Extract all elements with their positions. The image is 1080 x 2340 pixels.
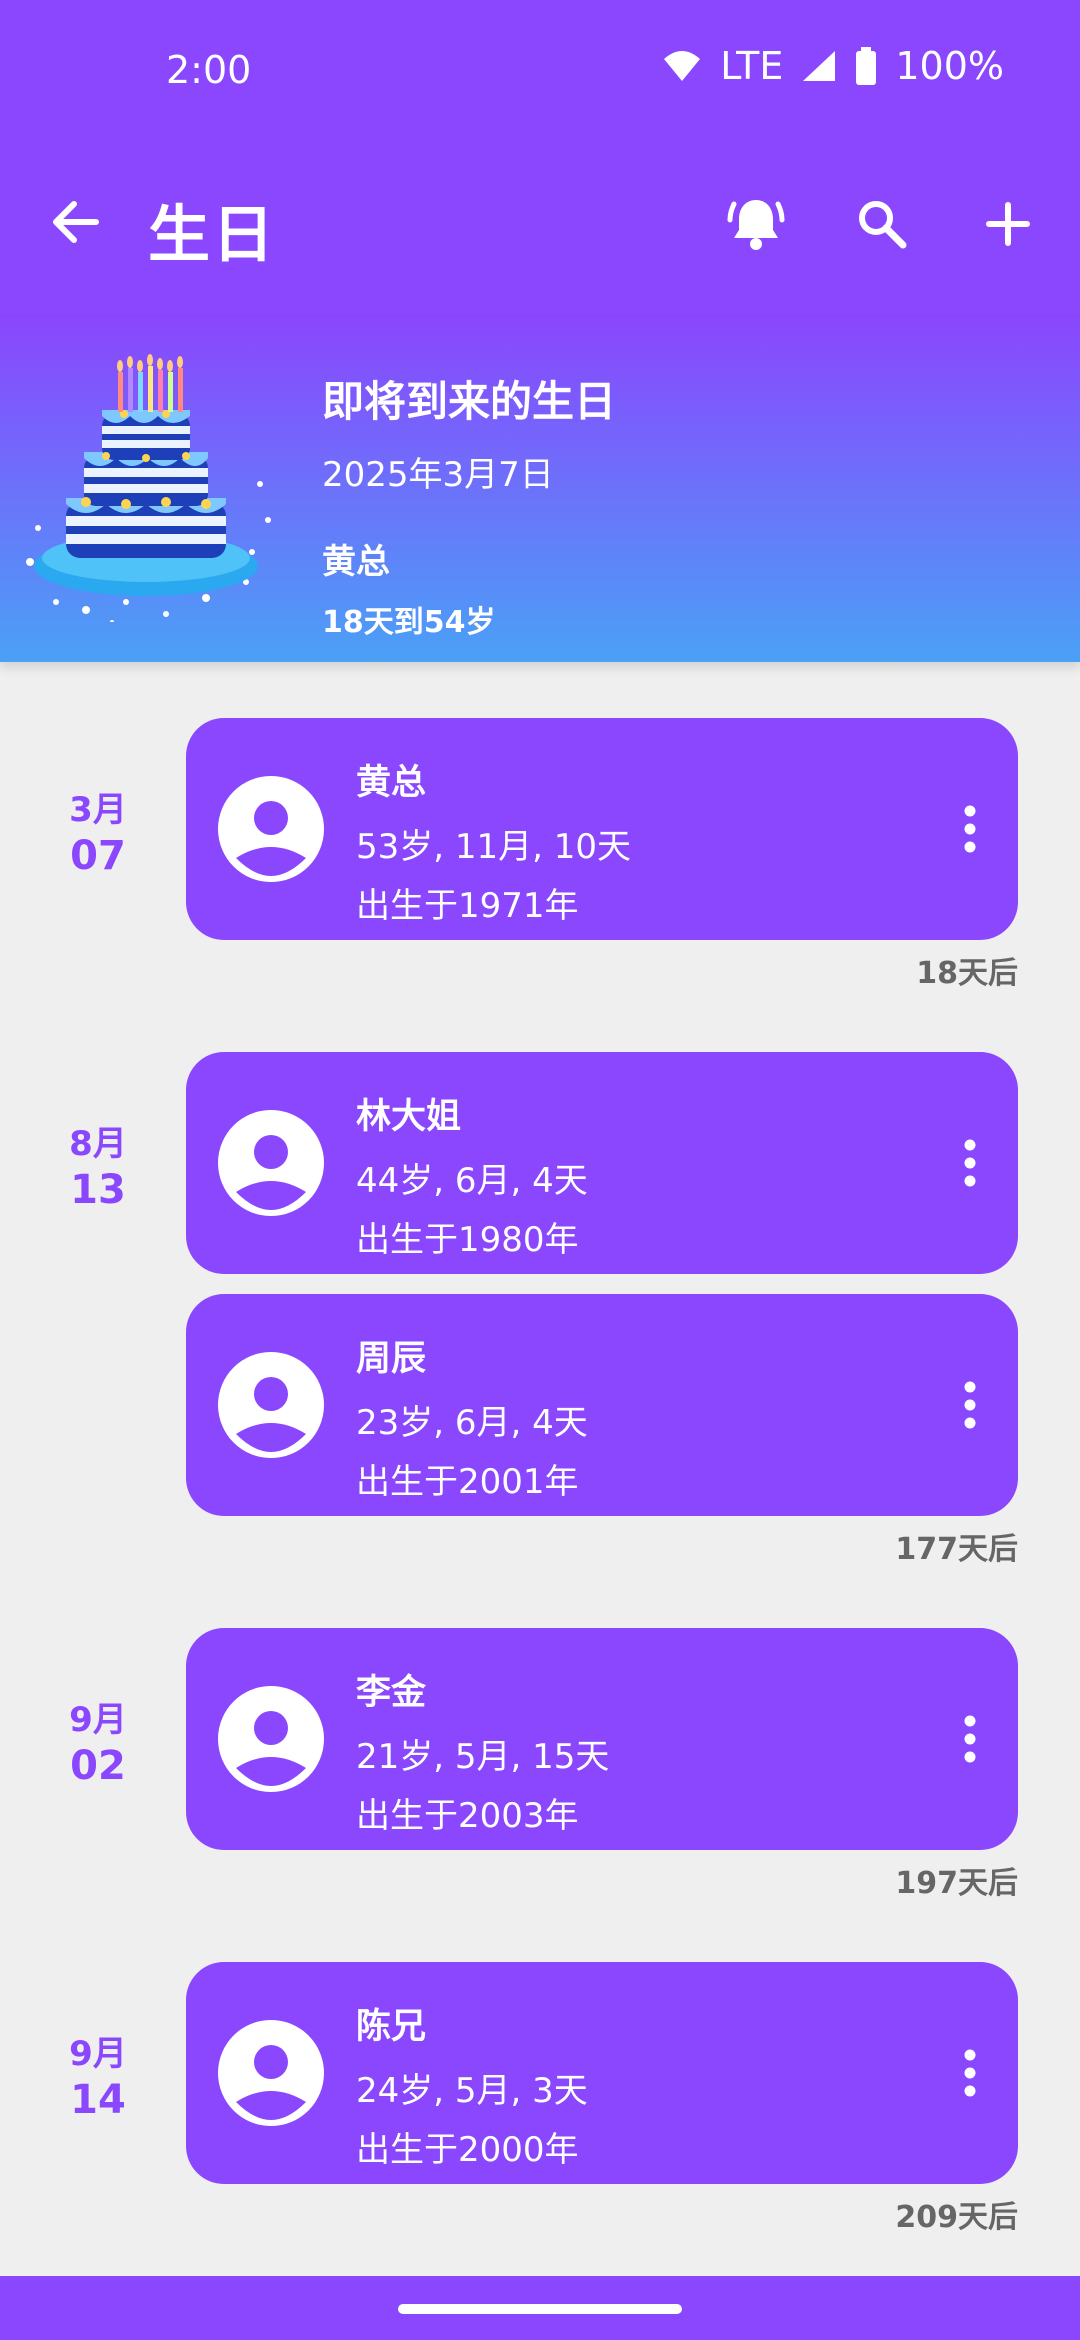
upcoming-birthday-banner[interactable]: 即将到来的生日 2025年3月7日 黄总 18天到54岁 — [0, 318, 1080, 662]
banner-name: 黄总 — [322, 542, 390, 582]
group-date: 3月 07 — [38, 782, 158, 879]
person-avatar-icon — [218, 776, 324, 882]
signal-icon — [801, 49, 837, 83]
banner-date: 2025年3月7日 — [322, 455, 554, 495]
person-card[interactable]: 黄总 53岁, 11月, 10天 出生于1971年 — [186, 718, 1018, 940]
days-until-label: 177天后 — [895, 1532, 1018, 1567]
person-card[interactable]: 林大姐 44岁, 6月, 4天 出生于1980年 — [186, 1052, 1018, 1274]
alarm-bell-icon[interactable] — [718, 186, 794, 262]
person-avatar-icon — [218, 1352, 324, 1458]
person-avatar-icon — [218, 2020, 324, 2126]
group-day: 07 — [70, 833, 126, 879]
more-options-icon[interactable] — [946, 1704, 994, 1774]
person-info: 黄总 53岁, 11月, 10天 出生于1971年 — [356, 754, 631, 927]
gesture-nav-bar — [0, 2276, 1080, 2340]
add-icon[interactable] — [970, 186, 1046, 262]
network-type: LTE — [720, 44, 784, 88]
person-age: 53岁, 11月, 10天 — [356, 827, 632, 867]
more-options-icon[interactable] — [946, 2038, 994, 2108]
person-age: 21岁, 5月, 15天 — [356, 1737, 610, 1777]
person-name: 黄总 — [356, 763, 427, 803]
group-month: 9月 — [69, 1700, 127, 1740]
person-card[interactable]: 周辰 23岁, 6月, 4天 出生于2001年 — [186, 1294, 1018, 1516]
status-right: LTE 100% — [662, 44, 1004, 88]
upcoming-birthday-info: 即将到来的生日 2025年3月7日 黄总 18天到54岁 — [322, 368, 616, 641]
person-card[interactable]: 陈兄 24岁, 5月, 3天 出生于2000年 — [186, 1962, 1018, 2184]
person-name: 林大姐 — [356, 1097, 462, 1137]
group-date: 9月 14 — [38, 2026, 158, 2123]
app-bar: 生日 — [0, 160, 1080, 300]
person-info: 陈兄 24岁, 5月, 3天 出生于2000年 — [356, 1998, 588, 2171]
group-day: 14 — [70, 2077, 126, 2123]
group-month: 9月 — [69, 2034, 127, 2074]
more-options-icon[interactable] — [946, 1128, 994, 1198]
status-bar: 2:00 LTE 100% — [0, 0, 1080, 140]
more-options-icon[interactable] — [946, 1370, 994, 1440]
days-until-label: 197天后 — [895, 1866, 1018, 1901]
top-bar: 2:00 LTE 100% 生日 — [0, 0, 1080, 318]
status-time: 2:00 — [166, 48, 252, 92]
person-avatar-icon — [218, 1686, 324, 1792]
page-title: 生日 — [148, 198, 277, 271]
group-month: 8月 — [69, 1124, 127, 1164]
person-born: 出生于2003年 — [356, 1796, 579, 1836]
person-born: 出生于2001年 — [356, 1462, 579, 1502]
search-icon[interactable] — [844, 186, 920, 262]
person-info: 林大姐 44岁, 6月, 4天 出生于1980年 — [356, 1088, 588, 1261]
home-gesture-handle[interactable] — [398, 2304, 682, 2314]
person-born: 出生于2000年 — [356, 2130, 579, 2170]
back-arrow-icon[interactable] — [48, 194, 104, 250]
group-day: 13 — [70, 1167, 126, 1213]
person-info: 李金 21岁, 5月, 15天 出生于2003年 — [356, 1664, 609, 1837]
days-until-label: 18天后 — [916, 956, 1018, 991]
days-until-label: 209天后 — [895, 2200, 1018, 2235]
person-name: 李金 — [356, 1673, 427, 1713]
person-age: 24岁, 5月, 3天 — [356, 2071, 588, 2111]
person-born: 出生于1971年 — [356, 886, 579, 926]
battery-level: 100% — [895, 44, 1004, 88]
group-day: 02 — [70, 1743, 126, 1789]
birthday-cake-image — [16, 352, 286, 624]
wifi-icon — [662, 49, 702, 83]
person-age: 23岁, 6月, 4天 — [356, 1403, 588, 1443]
person-born: 出生于1980年 — [356, 1220, 579, 1260]
battery-icon — [855, 47, 877, 85]
person-name: 周辰 — [356, 1339, 427, 1379]
group-date: 8月 13 — [38, 1116, 158, 1213]
person-name: 陈兄 — [356, 2007, 427, 2047]
more-options-icon[interactable] — [946, 794, 994, 864]
group-date: 9月 02 — [38, 1692, 158, 1789]
person-card[interactable]: 李金 21岁, 5月, 15天 出生于2003年 — [186, 1628, 1018, 1850]
person-avatar-icon — [218, 1110, 324, 1216]
app-root: 2:00 LTE 100% 生日 即将到来的生日 2025年3月7日 黄总 18… — [0, 0, 1080, 2340]
app-bar-actions — [718, 186, 1046, 262]
banner-heading: 即将到来的生日 — [322, 377, 617, 426]
person-info: 周辰 23岁, 6月, 4天 出生于2001年 — [356, 1330, 588, 1503]
group-month: 3月 — [69, 790, 127, 830]
banner-until: 18天到54岁 — [322, 605, 496, 640]
person-age: 44岁, 6月, 4天 — [356, 1161, 588, 1201]
